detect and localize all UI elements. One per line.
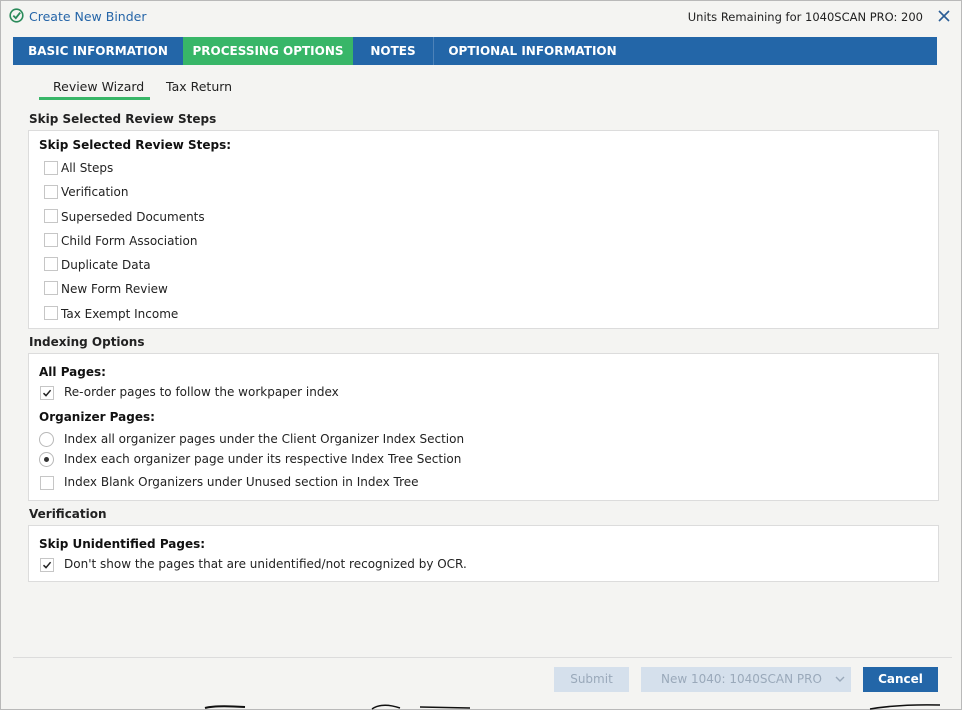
checkbox-label-index-blank-organizers: Index Blank Organizers under Unused sect… <box>64 475 419 489</box>
checkbox-all-steps[interactable] <box>44 161 58 175</box>
checkbox-label-tax-exempt-income: Tax Exempt Income <box>61 307 179 321</box>
create-binder-dialog: Create New Binder Units Remaining for 10… <box>0 0 962 710</box>
verification-panel: Skip Unidentified Pages: Don't show the … <box>28 525 939 582</box>
binder-type-dropdown-value: New 1040: 1040SCAN PRO <box>661 672 822 686</box>
skip-unidentified-pages-label: Skip Unidentified Pages: <box>39 537 206 551</box>
checkbox-superseded-documents[interactable] <box>44 209 58 223</box>
checkbox-label-verification: Verification <box>61 185 129 199</box>
checkbox-label-reorder-pages: Re-order pages to follow the workpaper i… <box>64 385 339 399</box>
tab-notes[interactable]: NOTES <box>353 37 433 65</box>
checkbox-label-superseded-documents: Superseded Documents <box>61 210 205 224</box>
close-icon[interactable] <box>935 7 953 25</box>
checkmark-icon <box>42 561 52 569</box>
chevron-down-icon <box>835 676 845 682</box>
checkbox-verification[interactable] <box>44 185 58 199</box>
skip-review-panel-label: Skip Selected Review Steps: <box>39 138 232 152</box>
subtab-review-wizard[interactable]: Review Wizard <box>53 79 144 94</box>
active-subtab-indicator <box>39 97 150 100</box>
cancel-button[interactable]: Cancel <box>863 667 938 692</box>
checkbox-tax-exempt-income[interactable] <box>44 306 58 320</box>
checkbox-index-blank-organizers[interactable] <box>40 476 54 490</box>
checkbox-label-duplicate-data: Duplicate Data <box>61 258 151 272</box>
radio-index-all-organizer-pages[interactable] <box>39 432 54 447</box>
organizer-pages-label: Organizer Pages: <box>39 410 155 424</box>
dialog-title: Create New Binder <box>29 9 147 24</box>
radio-selected-dot <box>44 457 49 462</box>
binder-check-icon <box>9 8 24 23</box>
checkbox-skip-unidentified[interactable] <box>40 558 54 572</box>
submit-button[interactable]: Submit <box>554 667 629 692</box>
checkbox-reorder-pages[interactable] <box>40 386 54 400</box>
radio-index-each-organizer-page[interactable] <box>39 452 54 467</box>
all-pages-label: All Pages: <box>39 365 106 379</box>
section-title-indexing-options: Indexing Options <box>29 335 145 349</box>
checkmark-icon <box>42 389 52 397</box>
binder-type-dropdown[interactable]: New 1040: 1040SCAN PRO <box>641 667 851 692</box>
checkbox-label-new-form-review: New Form Review <box>61 282 168 296</box>
main-tab-bar: BASIC INFORMATION PROCESSING OPTIONS NOT… <box>13 37 937 65</box>
tab-processing-options[interactable]: PROCESSING OPTIONS <box>183 37 353 65</box>
section-title-verification: Verification <box>29 507 107 521</box>
title-bar: Create New Binder Units Remaining for 10… <box>1 1 961 33</box>
footer-divider <box>13 657 952 658</box>
background-application-artifacts <box>204 704 941 710</box>
subtab-tax-return[interactable]: Tax Return <box>166 79 232 94</box>
skip-review-panel: Skip Selected Review Steps: All Steps Ve… <box>28 130 939 329</box>
radio-label-index-each-organizer-page: Index each organizer page under its resp… <box>64 452 462 466</box>
checkbox-new-form-review[interactable] <box>44 281 58 295</box>
indexing-options-panel: All Pages: Re-order pages to follow the … <box>28 353 939 501</box>
checkbox-label-all-steps: All Steps <box>61 161 114 175</box>
section-title-skip-review: Skip Selected Review Steps <box>29 112 217 126</box>
tab-optional-information[interactable]: OPTIONAL INFORMATION <box>434 37 631 65</box>
units-remaining: Units Remaining for 1040SCAN PRO: 200 <box>687 10 923 24</box>
tab-basic-information[interactable]: BASIC INFORMATION <box>13 37 183 65</box>
checkbox-label-child-form-association: Child Form Association <box>61 234 198 248</box>
checkbox-child-form-association[interactable] <box>44 233 58 247</box>
radio-label-index-all-organizer-pages: Index all organizer pages under the Clie… <box>64 432 465 446</box>
checkbox-duplicate-data[interactable] <box>44 257 58 271</box>
checkbox-label-skip-unidentified: Don't show the pages that are unidentifi… <box>64 557 467 571</box>
